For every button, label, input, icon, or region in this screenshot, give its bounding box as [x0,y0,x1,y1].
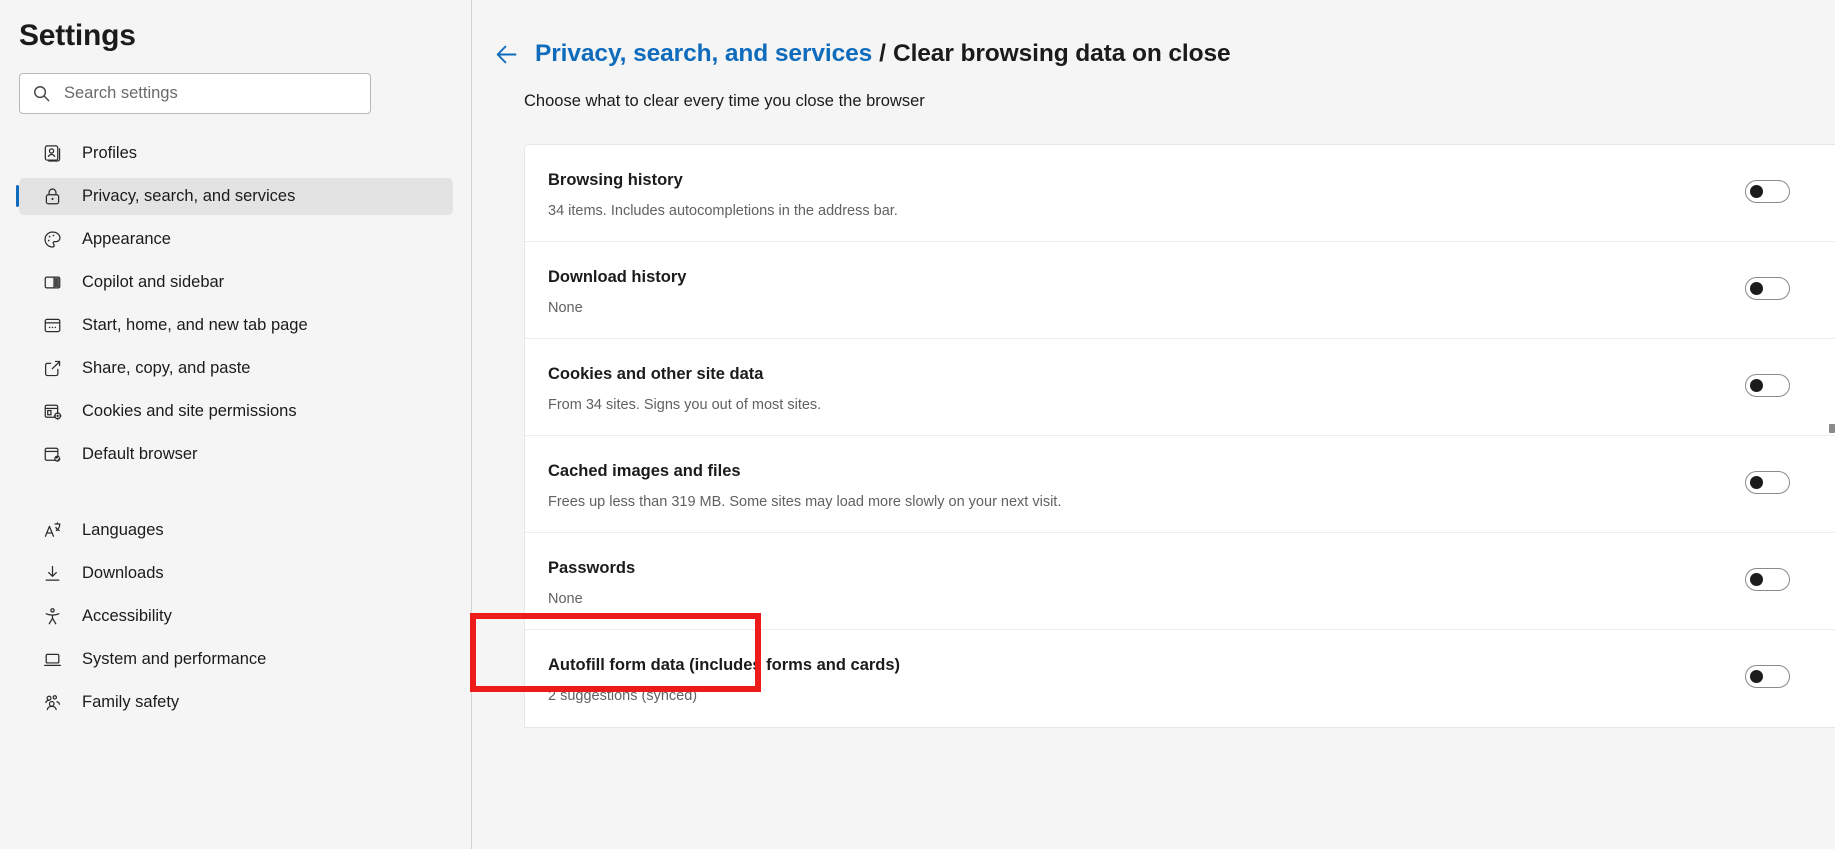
accessibility-icon [41,606,63,628]
toggle-browsing-history[interactable] [1745,180,1790,203]
setting-row-download-history[interactable]: Download history None [525,242,1835,339]
sidebar-item-profiles[interactable]: Profiles [19,135,453,172]
setting-row-autofill-form-data[interactable]: Autofill form data (includes forms and c… [525,630,1835,727]
sidebar-item-label: System and performance [82,650,267,668]
lock-icon [41,186,63,208]
share-icon [41,358,63,380]
setting-row-cookies-and-other-site-data[interactable]: Cookies and other site data From 34 site… [525,339,1835,436]
selection-indicator [16,185,19,207]
palette-icon [41,229,63,251]
home-page-icon [41,315,63,337]
sidebar-item-cookies-and-site-permissions[interactable]: Cookies and site permissions [19,393,453,430]
sidebar-item-languages[interactable]: Languages [19,512,453,549]
sidebar-item-accessibility[interactable]: Accessibility [19,598,453,635]
breadcrumb-separator: / [879,40,886,67]
row-description: Frees up less than 319 MB. Some sites ma… [548,494,1062,510]
profiles-icon [41,143,63,165]
sidebar-nav: Profiles Privacy, search, and services A… [0,135,472,721]
family-icon [41,692,63,714]
sidebar-item-label: Accessibility [82,607,172,625]
back-arrow-icon[interactable] [492,40,520,68]
toggle-knob [1750,185,1763,198]
sidebar-item-label: Start, home, and new tab page [82,316,308,334]
sidebar-item-appearance[interactable]: Appearance [19,221,453,258]
row-title: Browsing history [548,171,683,189]
breadcrumb: Privacy, search, and services / Clear br… [472,0,1835,68]
toggle-download-history[interactable] [1745,277,1790,300]
search-icon [32,84,51,103]
row-title: Cached images and files [548,462,741,480]
toggle-knob [1750,476,1763,489]
sidebar-item-start-home-and-new-tab-page[interactable]: Start, home, and new tab page [19,307,453,344]
sidebar-item-system-and-performance[interactable]: System and performance [19,641,453,678]
sidebar-item-label: Downloads [82,564,164,582]
sidebar-item-label: Copilot and sidebar [82,273,225,291]
row-title: Passwords [548,559,636,577]
page-title: Settings [19,19,136,52]
toggle-knob [1750,670,1763,683]
search-settings-box[interactable] [19,73,371,114]
toggle-knob [1750,379,1763,392]
cookies-permissions-icon [41,401,63,423]
row-text: Cookies and other site data From 34 site… [548,359,1725,413]
settings-page: Settings Profiles [0,0,1835,849]
row-description: 2 suggestions (synced) [548,688,698,704]
sidebar-item-default-browser[interactable]: Default browser [19,436,453,473]
breadcrumb-parent-link[interactable]: Privacy, search, and services [535,40,872,68]
row-description: None [548,591,583,607]
toggle-cached-images-and-files[interactable] [1745,471,1790,494]
row-description: From 34 sites. Signs you out of most sit… [548,397,822,413]
setting-row-cached-images-and-files[interactable]: Cached images and files Frees up less th… [525,436,1835,533]
row-description: 34 items. Includes autocompletions in th… [548,203,898,219]
toggle-knob [1750,282,1763,295]
sidebar-item-privacy-search-and-services[interactable]: Privacy, search, and services [16,178,453,215]
setting-row-passwords[interactable]: Passwords None [525,533,1835,630]
languages-icon [41,520,63,542]
breadcrumb-current: Clear browsing data on close [892,40,1231,67]
sidebar-item-downloads[interactable]: Downloads [19,555,453,592]
row-title: Autofill form data (includes forms and c… [548,656,901,674]
download-icon [41,563,63,585]
sidebar-item-label: Profiles [82,144,138,162]
settings-sidebar: Settings Profiles [0,0,472,849]
search-input[interactable] [64,84,358,103]
sidebar-item-label: Appearance [82,230,171,248]
sidebar-item-label: Languages [82,521,164,539]
sidebar-item-label: Privacy, search, and services [82,187,296,205]
row-title: Cookies and other site data [548,365,764,383]
sidebar-item-share-copy-and-paste[interactable]: Share, copy, and paste [19,350,453,387]
page-subtitle: Choose what to clear every time you clos… [524,92,925,110]
toggle-knob [1750,573,1763,586]
toggle-autofill-form-data[interactable] [1745,665,1790,688]
sidebar-item-family-safety[interactable]: Family safety [19,684,453,721]
toggle-passwords[interactable] [1745,568,1790,591]
settings-main-content: Privacy, search, and services / Clear br… [472,0,1835,849]
toggle-cookies-and-other-site-data[interactable] [1745,374,1790,397]
sidebar-item-label: Cookies and site permissions [82,402,297,420]
sidebar-item-label: Family safety [82,693,180,711]
row-text: Cached images and files Frees up less th… [548,456,1725,510]
row-description: None [548,300,583,316]
setting-row-browsing-history[interactable]: Browsing history 34 items. Includes auto… [525,145,1835,242]
sidebar-item-label: Share, copy, and paste [82,359,251,377]
default-browser-icon [41,444,63,466]
row-title: Download history [548,268,687,286]
sidebar-item-label: Default browser [82,445,198,463]
row-text: Autofill form data (includes forms and c… [548,650,1725,704]
row-text: Download history None [548,262,1725,316]
clear-data-options-card: Browsing history 34 items. Includes auto… [524,144,1835,728]
sidebar-group-divider [0,479,472,512]
sidebar-item-copilot-and-sidebar[interactable]: Copilot and sidebar [19,264,453,301]
sidebar-panel-icon [41,272,63,294]
row-text: Passwords None [548,553,1725,607]
laptop-icon [41,649,63,671]
vertical-scrollbar-thumb[interactable] [1829,424,1835,433]
row-text: Browsing history 34 items. Includes auto… [548,165,1725,219]
